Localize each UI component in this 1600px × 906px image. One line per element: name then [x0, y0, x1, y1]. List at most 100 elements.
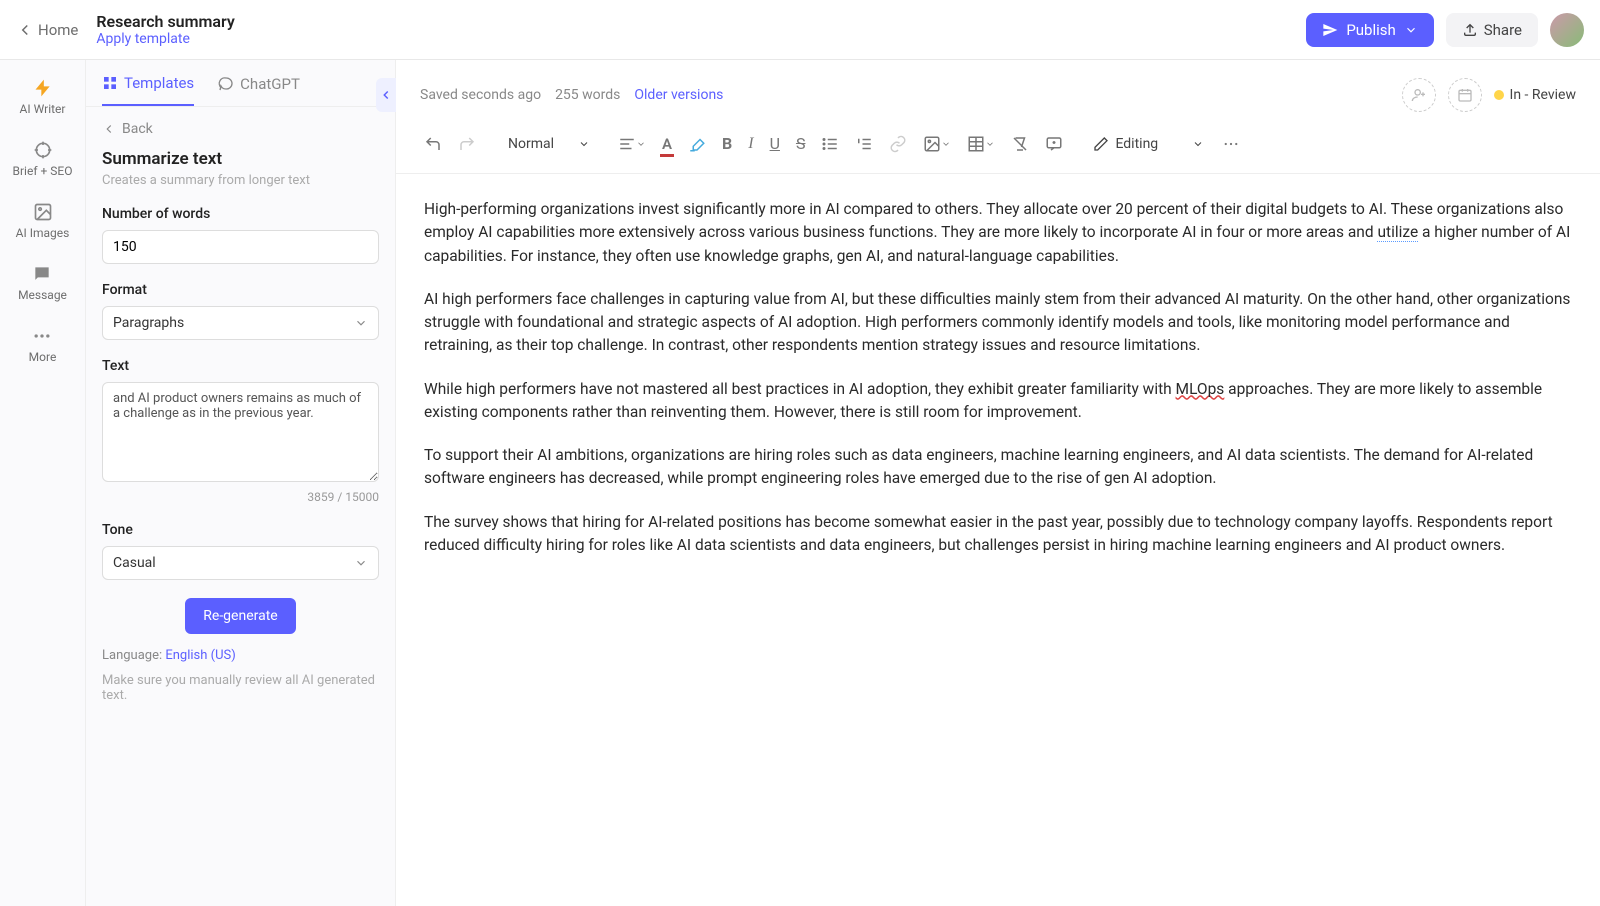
nav-label: AI Writer — [20, 102, 66, 116]
underline-button[interactable]: U — [764, 128, 786, 159]
tone-value: Casual — [113, 555, 156, 571]
older-versions-link[interactable]: Older versions — [634, 87, 723, 103]
clear-format-button[interactable] — [1005, 129, 1035, 159]
bold-button[interactable]: B — [716, 128, 738, 159]
text-textarea[interactable]: and AI product owners remains as much of… — [102, 382, 379, 482]
link-button[interactable] — [883, 129, 913, 159]
chevron-left-icon — [102, 122, 116, 136]
paragraph[interactable]: High-performing organizations invest sig… — [424, 198, 1572, 268]
chevron-down-icon — [354, 556, 368, 570]
collapse-sidebar-button[interactable] — [376, 78, 396, 112]
bullet-list-button[interactable] — [815, 129, 845, 159]
chevron-left-icon — [379, 88, 393, 102]
image-icon — [923, 135, 941, 153]
topbar-actions: Publish Share — [1306, 13, 1584, 47]
regenerate-button[interactable]: Re-generate — [185, 598, 295, 634]
nav-more[interactable]: More — [29, 326, 57, 364]
paragraph[interactable]: While high performers have not mastered … — [424, 378, 1572, 425]
target-icon — [33, 140, 53, 160]
editor: Saved seconds ago 255 words Older versio… — [396, 60, 1600, 906]
status-dot-icon — [1494, 90, 1504, 100]
chevron-left-icon — [16, 21, 34, 39]
italic-button[interactable]: I — [742, 129, 759, 159]
redo-icon — [458, 135, 476, 153]
back-label: Back — [122, 121, 153, 137]
user-plus-icon — [1411, 87, 1427, 103]
nav-label: Message — [18, 288, 67, 302]
main: AI Writer Brief + SEO AI Images Message … — [0, 60, 1600, 906]
upload-icon — [1462, 22, 1478, 38]
avatar[interactable] — [1550, 13, 1584, 47]
field-text: Text and AI product owners remains as mu… — [102, 358, 379, 504]
chevron-down-icon — [578, 138, 590, 150]
tab-chatgpt[interactable]: ChatGPT — [218, 74, 300, 106]
field-tone: Tone Casual — [102, 522, 379, 580]
image-button[interactable] — [917, 129, 957, 159]
tone-label: Tone — [102, 522, 379, 538]
tab-label: Templates — [124, 74, 194, 92]
chevron-down-icon — [985, 139, 995, 149]
paragraph[interactable]: To support their AI ambitions, organizat… — [424, 444, 1572, 491]
highlight-icon — [688, 135, 706, 153]
language-label: Language: — [102, 648, 165, 663]
pencil-icon — [1093, 136, 1109, 152]
image-icon — [33, 202, 53, 222]
calendar-icon — [1457, 87, 1473, 103]
chevron-down-icon — [1192, 138, 1204, 150]
publish-button[interactable]: Publish — [1306, 13, 1433, 47]
format-value: Paragraphs — [113, 315, 184, 331]
spell-mark[interactable]: MLOps — [1176, 380, 1225, 398]
document[interactable]: High-performing organizations invest sig… — [396, 174, 1600, 906]
share-button[interactable]: Share — [1446, 13, 1538, 47]
toolbar: Normal A B I U S Editing — [396, 122, 1600, 174]
italic-icon: I — [748, 135, 753, 153]
wordcount-text: 255 words — [555, 87, 620, 103]
tab-templates[interactable]: Templates — [102, 74, 194, 106]
review-warning: Make sure you manually review all AI gen… — [102, 673, 379, 703]
undo-button[interactable] — [418, 129, 448, 159]
templates-icon — [102, 75, 118, 91]
editing-mode-select[interactable]: Editing — [1085, 130, 1212, 158]
tab-label: ChatGPT — [240, 75, 300, 93]
nav-message[interactable]: Message — [18, 264, 67, 302]
text-label: Text — [102, 358, 379, 374]
comment-button[interactable] — [1039, 129, 1069, 159]
nav-ai-writer[interactable]: AI Writer — [20, 78, 66, 116]
text-color-button[interactable]: A — [656, 129, 678, 159]
char-count: 3859 / 15000 — [102, 490, 379, 504]
redo-button[interactable] — [452, 129, 482, 159]
numbered-list-button[interactable] — [849, 129, 879, 159]
add-date-button[interactable] — [1448, 78, 1482, 112]
status-badge[interactable]: In - Review — [1494, 87, 1576, 103]
apply-template-link[interactable]: Apply template — [96, 31, 1306, 47]
num-words-input[interactable] — [102, 230, 379, 264]
nav-ai-images[interactable]: AI Images — [16, 202, 70, 240]
saved-text: Saved seconds ago — [420, 87, 541, 103]
tone-select[interactable]: Casual — [102, 546, 379, 580]
paragraph[interactable]: AI high performers face challenges in ca… — [424, 288, 1572, 358]
grammar-mark[interactable]: utilize — [1377, 223, 1418, 242]
nav-brief-seo[interactable]: Brief + SEO — [13, 140, 73, 178]
paragraph-style-select[interactable]: Normal — [498, 130, 600, 158]
more-tools-button[interactable] — [1216, 129, 1246, 159]
back-link[interactable]: Back — [86, 107, 395, 145]
home-link[interactable]: Home — [16, 21, 78, 39]
table-icon — [967, 135, 985, 153]
highlight-button[interactable] — [682, 129, 712, 159]
paragraph[interactable]: The survey shows that hiring for AI-rela… — [424, 511, 1572, 558]
language-link[interactable]: English (US) — [165, 648, 235, 663]
status-label: In - Review — [1510, 87, 1576, 103]
panel-title: Summarize text — [102, 149, 379, 169]
bullet-list-icon — [821, 135, 839, 153]
chat-icon — [32, 264, 52, 284]
link-icon — [889, 135, 907, 153]
comment-icon — [1045, 135, 1063, 153]
format-select[interactable]: Paragraphs — [102, 306, 379, 340]
editor-top: Saved seconds ago 255 words Older versio… — [396, 60, 1600, 122]
share-label: Share — [1484, 21, 1522, 39]
table-button[interactable] — [961, 129, 1001, 159]
strike-button[interactable]: S — [790, 128, 812, 159]
align-button[interactable] — [612, 129, 652, 159]
add-assignee-button[interactable] — [1402, 78, 1436, 112]
chevron-down-icon — [941, 139, 951, 149]
